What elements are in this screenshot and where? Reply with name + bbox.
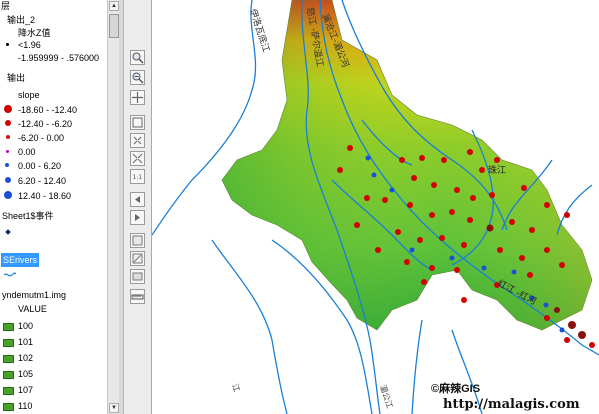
- zoom-in-icon[interactable]: [130, 50, 145, 65]
- dem-shading: [222, 0, 592, 330]
- blue-medium-dot-icon: [5, 177, 11, 183]
- scroll-down-icon[interactable]: ▼: [109, 403, 119, 413]
- color-swatch-icon: [3, 371, 14, 379]
- full-extent-icon[interactable]: [130, 115, 145, 130]
- class-label: 100: [18, 321, 34, 331]
- blue-large-dot-icon: [4, 191, 12, 199]
- website-url: http://malagis.com: [443, 397, 580, 412]
- table-of-contents: 层 输出_2 降水Z值 <1.96 -1.959999 - .576000 输出…: [0, 0, 107, 414]
- map-tools-toolbar: 1:1: [124, 0, 152, 414]
- black-point-icon: [6, 43, 9, 46]
- class-label: -1.959999 - .576000: [18, 53, 100, 63]
- class-label: 0.00 - 6.20: [18, 161, 62, 171]
- fixed-zoom-out-icon[interactable]: [130, 151, 145, 166]
- field-name: slope: [18, 90, 40, 100]
- map-canvas: 伊洛瓦底江 怒江 -萨尔温江 澜沧江-湄公河 红江 -红河 江 湄公江: [152, 0, 599, 414]
- river-label: 伊洛瓦底江: [247, 7, 272, 54]
- class-label: -12.40 - -6.20: [18, 119, 73, 129]
- credit-text: ©麻辣GIS: [431, 383, 481, 395]
- forward-extent-icon[interactable]: [130, 210, 145, 225]
- field-name: VALUE: [18, 304, 47, 314]
- layer-name-sheet1-events[interactable]: Sheet1$事件: [2, 210, 54, 222]
- class-label: 12.40 - 18.60: [18, 191, 72, 201]
- color-swatch-icon: [3, 403, 14, 411]
- red-medium-dot-icon: [5, 120, 11, 126]
- layer-name-output[interactable]: 输出: [7, 72, 25, 84]
- color-swatch-icon: [3, 387, 14, 395]
- class-label: 101: [18, 337, 34, 347]
- color-swatch-icon: [3, 355, 14, 363]
- zhujiang-label: 珠江: [488, 165, 507, 175]
- layer-name-serivers-selected[interactable]: SErivers: [1, 253, 40, 267]
- scroll-thumb[interactable]: [109, 14, 119, 38]
- diamond-marker-icon: [5, 229, 11, 235]
- class-label: 102: [18, 353, 34, 363]
- toc-header: 层: [1, 1, 11, 11]
- clear-selection-icon[interactable]: [130, 251, 145, 266]
- pan-icon[interactable]: [130, 90, 145, 105]
- zoom-out-icon[interactable]: [130, 70, 145, 85]
- select-elements-icon[interactable]: [130, 269, 145, 284]
- red-large-dot-icon: [4, 105, 12, 113]
- scroll-up-icon[interactable]: ▲: [109, 1, 119, 11]
- fixed-zoom-in-icon[interactable]: [130, 133, 145, 148]
- color-swatch-icon: [3, 339, 14, 347]
- magenta-dot-icon: [6, 150, 9, 153]
- class-label: <1.96: [18, 40, 41, 50]
- map-view[interactable]: 伊洛瓦底江 怒江 -萨尔温江 澜沧江-湄公河 红江 -红河 江 湄公江: [152, 0, 599, 414]
- measure-icon[interactable]: [130, 289, 145, 304]
- river-line-icon: [4, 272, 16, 277]
- river-label: 江: [230, 383, 241, 394]
- select-features-icon[interactable]: [130, 233, 145, 248]
- layer-name-dem[interactable]: yndemutm1.img: [2, 289, 66, 301]
- svg-text:1:1: 1:1: [133, 174, 143, 181]
- class-label: 105: [18, 369, 34, 379]
- class-label: -18.60 - -12.40: [18, 105, 78, 115]
- back-extent-icon[interactable]: [130, 192, 145, 207]
- layer-name-output-2[interactable]: 输出_2: [7, 14, 35, 26]
- class-label: 110: [18, 401, 33, 411]
- blue-small-dot-icon: [5, 163, 9, 167]
- class-label: 0.00: [18, 147, 36, 157]
- color-swatch-icon: [3, 323, 14, 331]
- field-name: 降水Z值: [18, 28, 51, 38]
- class-label: 107: [18, 385, 34, 395]
- class-label: -6.20 - 0.00: [18, 133, 65, 143]
- scale-1-1-icon[interactable]: 1:1: [130, 169, 145, 184]
- class-label: 6.20 - 12.40: [18, 176, 67, 186]
- river-label: 湄公江: [378, 384, 394, 410]
- red-small-dot-icon: [6, 135, 10, 139]
